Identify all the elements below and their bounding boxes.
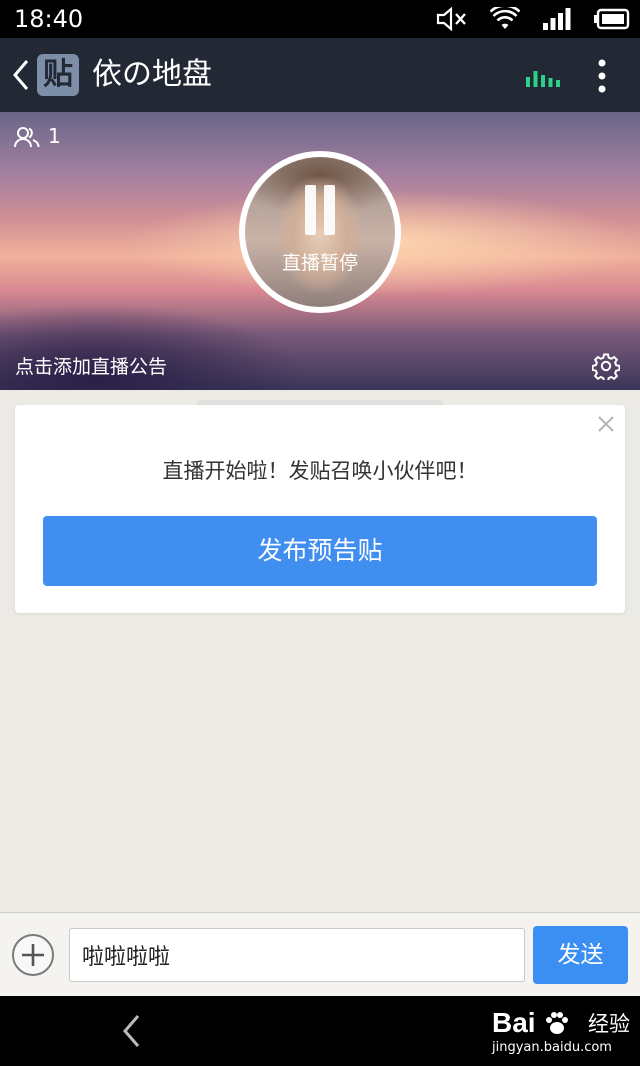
audience-icon: [14, 127, 40, 148]
back-chevron-icon[interactable]: [10, 58, 32, 92]
host-avatar: 直播暂停: [245, 157, 395, 307]
cell-signal-icon: [543, 8, 571, 30]
watermark-logo: Bai: [492, 1007, 536, 1038]
watermark-jingyan: 经验: [588, 1012, 630, 1036]
pause-icon: [305, 185, 335, 235]
close-icon[interactable]: [597, 415, 615, 433]
paw-icon: [546, 1012, 568, 1034]
system-nav-bar: Bai 经验 jingyan.baidu.com: [0, 996, 640, 1066]
status-icons: [436, 6, 630, 32]
add-announcement-link[interactable]: 点击添加直播公告: [15, 355, 167, 379]
mute-icon: [436, 7, 466, 31]
more-icon[interactable]: [596, 58, 608, 94]
gear-icon[interactable]: [592, 352, 620, 380]
app-header: 贴 依の地盘: [0, 38, 640, 112]
live-paused-label: 直播暂停: [281, 252, 358, 274]
card-message: 直播开始啦！发贴召唤小伙伴吧！: [162, 459, 478, 483]
battery-icon: [594, 8, 630, 30]
tieba-logo[interactable]: 贴: [37, 54, 79, 96]
send-button[interactable]: 发送: [533, 926, 628, 984]
status-bar: 18:40: [0, 0, 640, 38]
message-input[interactable]: [69, 928, 525, 982]
status-time: 18:40: [14, 5, 84, 33]
back-icon[interactable]: [120, 1013, 142, 1049]
live-start-card: 直播开始啦！发贴召唤小伙伴吧！ 发布预告贴: [15, 405, 625, 613]
publish-preview-button[interactable]: 发布预告贴: [43, 516, 597, 586]
message-input-bar: 发送: [0, 912, 640, 997]
live-banner: 1 直播暂停 点击添加直播公告: [0, 112, 640, 390]
audience-count: 1: [48, 124, 61, 148]
baidu-jingyan-watermark: Bai 经验 jingyan.baidu.com: [492, 1006, 632, 1062]
wifi-icon: [490, 7, 520, 29]
watermark-url: jingyan.baidu.com: [492, 1040, 612, 1055]
page-title: 依の地盘: [92, 57, 212, 92]
host-avatar-ring[interactable]: 直播暂停: [239, 151, 401, 313]
add-button[interactable]: [12, 934, 54, 976]
live-signal-icon[interactable]: [526, 67, 560, 87]
plus-icon: [22, 944, 44, 966]
